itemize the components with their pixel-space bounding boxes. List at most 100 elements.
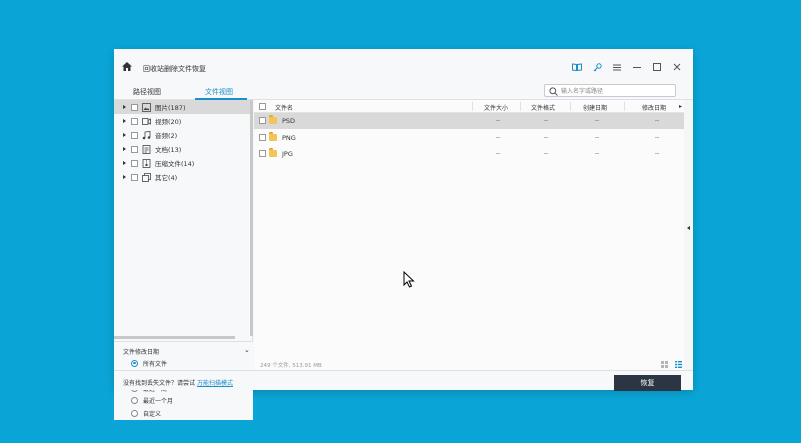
video-icon <box>142 117 151 125</box>
column-modified[interactable]: 修改日期 <box>642 103 666 112</box>
grid-view-icon[interactable] <box>661 361 668 368</box>
title-bar: 回收站删除文件恢复 <box>114 49 693 83</box>
table-row[interactable]: PSD -- -- -- -- <box>254 113 684 129</box>
horizontal-scrollbar[interactable] <box>114 336 235 339</box>
checkbox[interactable] <box>131 145 138 153</box>
deep-scan-link[interactable]: 万能扫描模式 <box>197 380 233 387</box>
close-icon[interactable] <box>667 61 687 73</box>
date-filter-title: 文件修改日期 <box>123 349 160 356</box>
tree-item-label: 其它(4) <box>155 174 178 182</box>
column-created[interactable]: 创建日期 <box>583 103 607 112</box>
list-view-icon[interactable] <box>675 361 682 368</box>
book-icon[interactable] <box>567 61 587 73</box>
column-separator <box>472 102 473 111</box>
tree-item-archives[interactable]: 压缩文件(14) <box>114 156 253 170</box>
file-modified: -- <box>654 133 660 141</box>
tree-item-images[interactable]: 图片(187) <box>114 100 253 114</box>
expand-icon[interactable] <box>123 105 126 109</box>
app-window: 回收站删除文件恢复 路径视图 文件视图 输入名字或路径 图片(187) 视频(2… <box>114 49 693 420</box>
row-checkbox[interactable] <box>259 117 266 124</box>
radio-label: 最近一个月 <box>143 398 174 405</box>
radio-button[interactable] <box>131 397 138 404</box>
file-created: -- <box>594 150 600 157</box>
mouse-cursor-icon <box>403 271 415 288</box>
radio-custom[interactable]: 自定义 <box>131 408 161 418</box>
column-more-icon[interactable]: ▸ <box>679 103 682 110</box>
table-header: 文件名 文件大小 文件格式 创建日期 修改日期 ▸ <box>254 100 684 113</box>
expand-icon[interactable] <box>123 161 126 165</box>
side-panel-toggle[interactable] <box>684 100 693 370</box>
row-checkbox[interactable] <box>259 133 266 141</box>
table-row[interactable]: PNG -- -- -- -- <box>254 130 684 146</box>
folder-icon <box>269 115 277 124</box>
checkbox[interactable] <box>131 159 138 167</box>
tree-item-label: 音频(2) <box>155 132 178 140</box>
radio-last-month[interactable]: 最近一个月 <box>131 396 173 406</box>
search-box[interactable] <box>544 84 676 97</box>
file-format: -- <box>543 133 549 141</box>
file-size: -- <box>495 133 501 141</box>
radio-label: 所有文件 <box>143 360 168 368</box>
file-size: -- <box>495 117 501 124</box>
file-name: JPG <box>282 150 293 158</box>
select-all-checkbox[interactable] <box>259 103 266 110</box>
column-size[interactable]: 文件大小 <box>484 103 508 112</box>
home-icon[interactable] <box>122 62 132 71</box>
file-created: -- <box>594 133 600 141</box>
vertical-scrollbar[interactable] <box>250 100 253 336</box>
folder-icon <box>269 131 277 141</box>
document-icon <box>142 144 151 154</box>
audio-icon <box>142 130 151 139</box>
search-input[interactable] <box>561 86 671 96</box>
file-format: -- <box>543 150 549 157</box>
recover-button[interactable]: 恢复 <box>614 375 681 391</box>
tree-item-documents[interactable]: 文档(13) <box>114 142 253 156</box>
column-separator <box>520 102 521 111</box>
tree-item-label: 视频(20) <box>155 118 182 126</box>
tree-item-label: 压缩文件(14) <box>155 160 195 168</box>
column-separator <box>624 102 625 111</box>
footer-hint: 没有找到丢失文件？请尝试 万能扫描模式 <box>123 378 233 387</box>
folder-icon <box>269 148 277 157</box>
footer-bar: 没有找到丢失文件？请尝试 万能扫描模式 恢复 <box>114 370 693 391</box>
radio-label: 自定义 <box>143 410 162 418</box>
other-icon <box>142 172 151 182</box>
expand-icon[interactable] <box>123 175 126 179</box>
column-name[interactable]: 文件名 <box>275 103 293 112</box>
checkbox[interactable] <box>131 173 138 181</box>
window-controls <box>567 61 687 73</box>
expand-icon[interactable] <box>123 133 126 137</box>
column-format[interactable]: 文件格式 <box>531 103 555 112</box>
tab-file-view[interactable]: 文件视图 <box>205 87 233 97</box>
file-modified: -- <box>654 150 660 157</box>
tree-item-label: 图片(187) <box>155 104 186 112</box>
chevron-left-icon[interactable] <box>687 226 690 230</box>
expand-icon[interactable] <box>123 119 126 123</box>
tree-item-audio[interactable]: 音频(2) <box>114 128 253 142</box>
row-checkbox[interactable] <box>259 150 266 157</box>
menu-icon[interactable] <box>607 61 627 73</box>
column-separator <box>570 102 571 111</box>
checkbox[interactable] <box>131 117 138 125</box>
category-panel: 图片(187) 视频(20) 音频(2) 文档(13) 压缩文件(14) 其它(… <box>114 100 253 420</box>
expand-icon[interactable] <box>123 147 126 151</box>
tree-item-videos[interactable]: 视频(20) <box>114 114 253 128</box>
file-name: PNG <box>282 133 296 142</box>
window-title: 回收站删除文件恢复 <box>143 65 206 73</box>
chevron-down-icon[interactable]: ⌄ <box>244 346 250 354</box>
tab-path-view[interactable]: 路径视图 <box>133 87 161 97</box>
file-created: -- <box>594 117 600 124</box>
tree-item-other[interactable]: 其它(4) <box>114 170 253 184</box>
radio-button[interactable] <box>131 359 138 367</box>
key-icon[interactable] <box>587 61 607 73</box>
radio-all-files[interactable]: 所有文件 <box>131 358 167 368</box>
table-row[interactable]: JPG -- -- -- -- <box>254 146 684 162</box>
radio-button[interactable] <box>131 409 138 417</box>
checkbox[interactable] <box>131 103 138 111</box>
minimize-icon[interactable] <box>627 61 647 73</box>
maximize-icon[interactable] <box>647 61 667 73</box>
tree-item-label: 文档(13) <box>155 146 182 154</box>
checkbox[interactable] <box>131 131 138 139</box>
file-list-panel: 文件名 文件大小 文件格式 创建日期 修改日期 ▸ PSD -- -- -- -… <box>254 100 684 370</box>
file-modified: -- <box>654 117 660 124</box>
